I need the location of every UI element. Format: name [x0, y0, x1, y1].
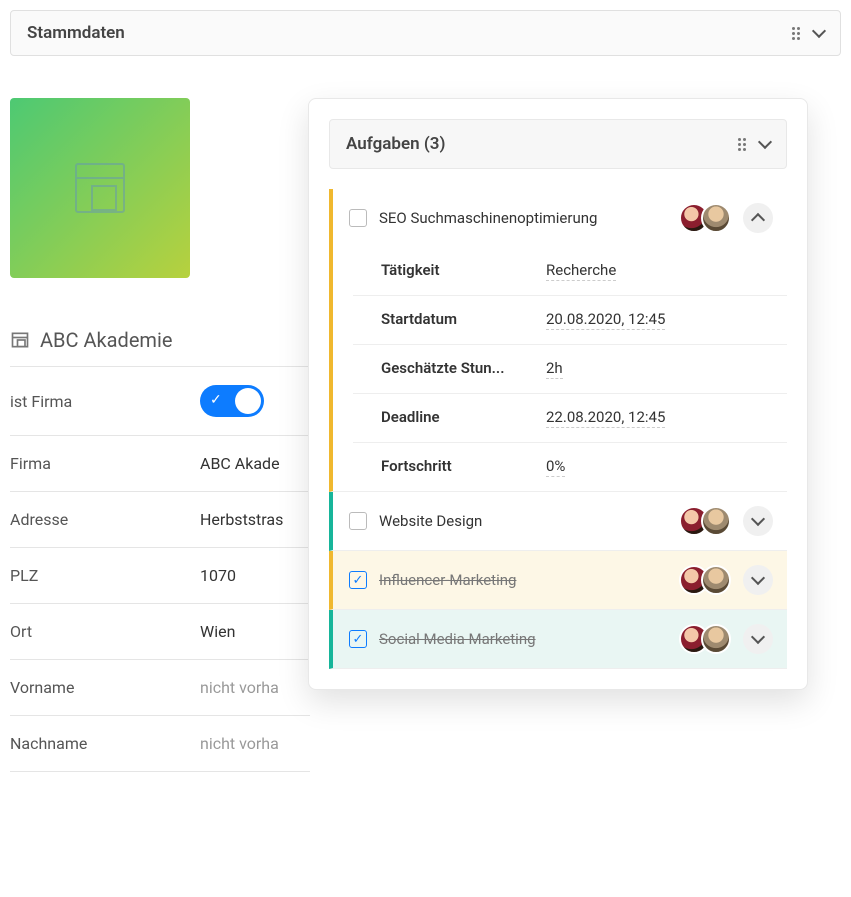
field-ist-firma: ist Firma ✓ — [10, 366, 310, 436]
collapse-button[interactable] — [743, 203, 773, 233]
field-nachname: Nachname nicht vorha — [10, 716, 310, 772]
company-panel: ABC Akademie ist Firma ✓ Firma ABC Akade… — [10, 98, 310, 772]
tasks-header-controls — [738, 138, 770, 151]
detail-label: Startdatum — [381, 310, 546, 330]
field-label: PLZ — [10, 566, 200, 585]
task-title: Website Design — [379, 512, 667, 530]
detail-row: Startdatum 20.08.2020, 12:45 — [353, 296, 787, 345]
field-firma: Firma ABC Akade — [10, 436, 310, 492]
task-title: Social Media Marketing — [379, 630, 667, 648]
task-checkbox[interactable] — [349, 512, 367, 530]
logo-icon — [75, 163, 125, 213]
detail-value[interactable]: Recherche — [546, 261, 616, 281]
company-name-row: ABC Akademie — [10, 328, 310, 352]
assignee-avatars[interactable] — [679, 506, 731, 536]
task-row[interactable]: Website Design — [333, 492, 787, 550]
field-plz: PLZ 1070 — [10, 548, 310, 604]
expand-button[interactable] — [743, 506, 773, 536]
detail-label: Fortschritt — [381, 457, 546, 477]
field-label: Adresse — [10, 510, 200, 529]
chevron-down-icon — [751, 512, 765, 526]
detail-value[interactable]: 2h — [546, 359, 563, 379]
detail-row: Tätigkeit Recherche — [353, 247, 787, 296]
building-icon — [10, 330, 30, 350]
tasks-panel: Aufgaben (3) SEO Suchmaschinenoptimierun… — [308, 98, 808, 690]
detail-label: Deadline — [381, 408, 546, 428]
task-title: Influencer-Marketing — [379, 571, 667, 589]
drag-handle-icon[interactable] — [738, 138, 746, 151]
chevron-down-icon[interactable] — [812, 24, 826, 38]
avatar — [701, 624, 731, 654]
field-value[interactable]: nicht vorha — [200, 678, 279, 697]
task-row[interactable]: ✓ Social Media Marketing — [333, 610, 787, 668]
detail-label: Geschätzte Stun... — [381, 359, 546, 379]
expand-button[interactable] — [743, 565, 773, 595]
ist-firma-toggle[interactable]: ✓ — [200, 385, 264, 417]
task-details: Tätigkeit Recherche Startdatum 20.08.202… — [333, 247, 787, 491]
task-checkbox[interactable]: ✓ — [349, 630, 367, 648]
field-value[interactable]: Wien — [200, 622, 235, 641]
master-data-header: Stammdaten — [10, 10, 841, 56]
avatar — [701, 203, 731, 233]
tasks-header: Aufgaben (3) — [329, 119, 787, 169]
detail-value[interactable]: 0% — [546, 457, 565, 477]
chevron-down-icon — [751, 630, 765, 644]
company-logo — [10, 98, 190, 278]
detail-row: Deadline 22.08.2020, 12:45 — [353, 394, 787, 443]
assignee-avatars[interactable] — [679, 203, 731, 233]
check-icon: ✓ — [353, 574, 364, 587]
expand-button[interactable] — [743, 624, 773, 654]
tasks-title: Aufgaben (3) — [346, 134, 445, 154]
field-value[interactable]: ABC Akade — [200, 454, 280, 473]
task-row[interactable]: SEO Suchmaschinenoptimierung — [333, 189, 787, 247]
header-controls — [792, 27, 824, 40]
avatar — [701, 565, 731, 595]
detail-row: Fortschritt 0% — [353, 443, 787, 491]
header-title: Stammdaten — [27, 23, 125, 43]
chevron-down-icon[interactable] — [758, 135, 772, 149]
task-row[interactable]: ✓ Influencer-Marketing — [333, 551, 787, 609]
avatar — [701, 506, 731, 536]
drag-handle-icon[interactable] — [792, 27, 800, 40]
task-item: ✓ Social Media Marketing — [329, 610, 787, 669]
field-value[interactable]: nicht vorha — [200, 734, 279, 753]
task-title: SEO Suchmaschinenoptimierung — [379, 209, 667, 227]
field-value[interactable]: 1070 — [200, 566, 236, 585]
field-vorname: Vorname nicht vorha — [10, 660, 310, 716]
field-label: Ort — [10, 622, 200, 641]
chevron-up-icon — [751, 213, 765, 227]
assignee-avatars[interactable] — [679, 624, 731, 654]
task-item: ✓ Influencer-Marketing — [329, 551, 787, 610]
field-label: ist Firma — [10, 392, 200, 411]
detail-row: Geschätzte Stun... 2h — [353, 345, 787, 394]
detail-label: Tätigkeit — [381, 261, 546, 281]
task-item: SEO Suchmaschinenoptimierung Tätigkeit R… — [329, 189, 787, 492]
detail-value[interactable]: 20.08.2020, 12:45 — [546, 310, 665, 330]
check-icon: ✓ — [353, 633, 364, 646]
field-adresse: Adresse Herbststras — [10, 492, 310, 548]
task-checkbox[interactable] — [349, 209, 367, 227]
company-name: ABC Akademie — [40, 328, 172, 352]
field-label: Vorname — [10, 678, 200, 697]
detail-value[interactable]: 22.08.2020, 12:45 — [546, 408, 665, 428]
chevron-down-icon — [751, 571, 765, 585]
task-item: Website Design — [329, 492, 787, 551]
task-checkbox[interactable]: ✓ — [349, 571, 367, 589]
field-ort: Ort Wien — [10, 604, 310, 660]
field-label: Nachname — [10, 734, 200, 753]
field-label: Firma — [10, 454, 200, 473]
check-icon: ✓ — [210, 392, 222, 408]
assignee-avatars[interactable] — [679, 565, 731, 595]
field-value[interactable]: Herbststras — [200, 510, 283, 529]
